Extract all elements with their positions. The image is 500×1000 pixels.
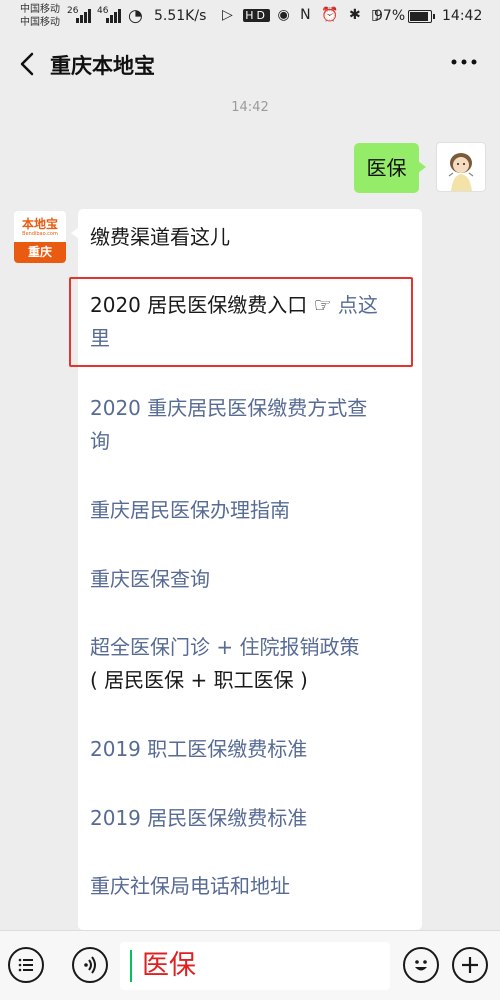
plus-button[interactable]	[452, 947, 488, 983]
voice-icon	[84, 956, 96, 974]
bot-logo-text: 本地宝	[21, 217, 58, 231]
menu-button[interactable]	[8, 947, 44, 983]
bluetooth-icon: ✱	[348, 7, 364, 23]
wifi-icon: ◔	[128, 6, 143, 26]
link-text: 2019 居民医保缴费标准	[90, 806, 308, 830]
link-text-line2: ( 居民医保 + 职工医保 )	[90, 668, 308, 692]
alarm-icon: ⏰	[321, 7, 342, 23]
bot-message-heading: 缴费渠道看这儿	[90, 225, 230, 249]
bot-logo-sub: Bendibao.com	[22, 231, 58, 237]
plus-icon	[462, 957, 478, 973]
carrier-labels: 中国移动 中国移动	[20, 3, 60, 29]
voice-button[interactable]	[72, 947, 108, 983]
hd-icon: HD	[243, 9, 270, 22]
signal-bars-1-icon	[76, 9, 96, 23]
link-text: 重庆居民医保办理指南	[90, 498, 290, 522]
menu-list-icon	[18, 958, 33, 972]
link-text: 2019 职工医保缴费标准	[90, 737, 308, 761]
bot-logo-city: 重庆	[14, 242, 66, 263]
chat-timestamp: 14:42	[231, 100, 269, 115]
nfc-icon: N	[300, 7, 314, 23]
link-resident-insurance-payment-entry[interactable]: 2020 居民医保缴费入口 ☞ 点这 里	[90, 289, 415, 355]
more-dots-icon	[451, 59, 477, 65]
back-button[interactable]	[14, 48, 42, 80]
link-text: 2020 重庆居民医保缴费方式查	[90, 396, 368, 420]
link-query[interactable]: 重庆医保查询	[90, 563, 415, 596]
user-avatar[interactable]	[436, 142, 486, 192]
battery-percent: 97%	[374, 8, 406, 24]
carrier-1: 中国移动	[20, 4, 60, 15]
link-click-here[interactable]: 点这	[338, 293, 378, 317]
link-reimbursement-policy[interactable]: 超全医保门诊 + 住院报销政策 ( 居民医保 + 职工医保 )	[90, 631, 415, 697]
user-message-bubble[interactable]: 医保	[354, 143, 426, 193]
link-text: 重庆医保查询	[90, 567, 210, 591]
link-text: 2020 居民医保缴费入口 ☞	[90, 293, 338, 317]
cartoon-girl-avatar-icon	[448, 153, 474, 191]
text-caret	[130, 950, 132, 982]
battery-icon	[408, 10, 435, 23]
eye-icon: ◉	[277, 7, 293, 23]
net-speed: 5.51K/s	[154, 8, 207, 24]
bot-avatar[interactable]: 本地宝 Bendibao.com 重庆	[14, 211, 66, 263]
emoji-button[interactable]	[403, 947, 439, 983]
link-text-line2[interactable]: 里	[90, 326, 110, 350]
input-bar: 医保	[0, 930, 500, 1000]
link-resident-standard[interactable]: 2019 居民医保缴费标准	[90, 802, 415, 835]
more-button[interactable]	[450, 44, 478, 81]
play-icon: ▷	[222, 7, 236, 23]
signal-bars-2-icon	[106, 9, 126, 23]
message-input[interactable]: 医保	[120, 942, 390, 990]
link-text: 重庆社保局电话和地址	[90, 874, 290, 898]
link-payment-methods[interactable]: 2020 重庆居民医保缴费方式查 询	[90, 392, 415, 458]
link-employee-standard[interactable]: 2019 职工医保缴费标准	[90, 733, 415, 766]
bot-logo-top: 本地宝 Bendibao.com	[14, 211, 66, 242]
bot-message-bubble: 缴费渠道看这儿 2020 居民医保缴费入口 ☞ 点这 里 2020 重庆居民医保…	[69, 209, 422, 930]
carrier-2: 中国移动	[20, 17, 60, 28]
battery-level-fill	[410, 12, 429, 21]
message-input-value: 医保	[142, 950, 196, 981]
status-icons: ▷ HD ◉ N ⏰ ✱ ▯	[222, 7, 382, 23]
link-guide[interactable]: 重庆居民医保办理指南	[90, 494, 415, 527]
status-bar: 中国移动 中国移动 26 46 ◔ 5.51K/s ▷ HD ◉ N ⏰ ✱ ▯…	[0, 0, 500, 34]
chevron-left-icon	[20, 52, 34, 76]
chat-header: 重庆本地宝	[0, 34, 500, 94]
emoji-icon	[415, 960, 427, 971]
link-social-security-contact[interactable]: 重庆社保局电话和地址	[90, 870, 415, 903]
status-time: 14:42	[442, 8, 483, 24]
link-text-line2: 询	[90, 429, 110, 453]
user-message-text: 医保	[366, 156, 407, 180]
chat-title: 重庆本地宝	[50, 54, 155, 78]
link-text: 超全医保门诊 + 住院报销政策	[90, 635, 360, 659]
